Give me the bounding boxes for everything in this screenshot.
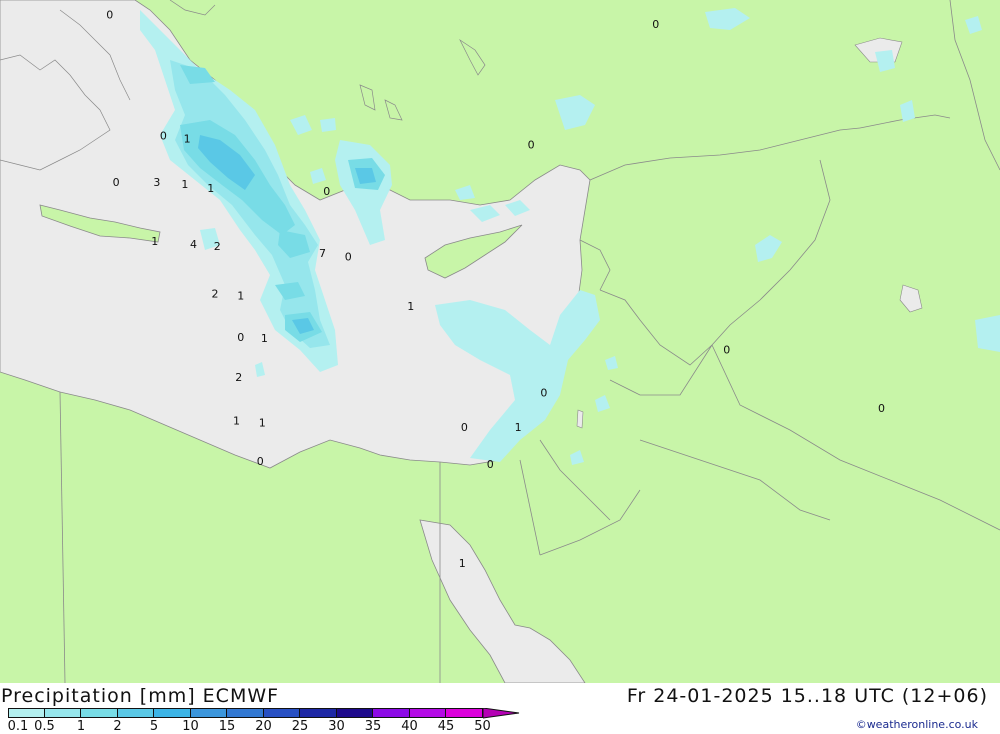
precip-value-label: 0 <box>540 387 547 400</box>
precip-value-label: 3 <box>153 176 160 189</box>
scale-swatch <box>409 708 446 718</box>
precip-value-label: 1 <box>184 133 191 146</box>
scale-tick-label: 30 <box>328 719 345 734</box>
precip-value-label: 0 <box>237 331 244 344</box>
precip-value-label: 0 <box>723 343 730 356</box>
precip-value-label: 0 <box>106 9 113 22</box>
precip-value-label: 2 <box>235 371 242 384</box>
precip-value-label: 0 <box>461 421 468 434</box>
precip-value-label: 1 <box>237 289 244 302</box>
precip-value-label: 0 <box>257 455 264 468</box>
precip-value-label: 1 <box>515 421 522 434</box>
scale-swatch <box>300 708 337 718</box>
precip-value-label: 1 <box>261 332 268 345</box>
precip-value-label: 0 <box>160 129 167 142</box>
scale-tick-label: 20 <box>255 719 272 734</box>
precip-value-label: 0 <box>878 402 885 415</box>
precip-value-label: 2 <box>214 240 221 253</box>
scale-tick-label: 45 <box>437 719 455 734</box>
precip-value-label: 1 <box>259 417 266 430</box>
scale-tick-label: 5 <box>149 719 159 734</box>
precip-value-label: 4 <box>190 238 197 251</box>
precip-value-label: 1 <box>233 415 240 428</box>
precip-value-label: 1 <box>207 182 214 195</box>
scale-swatch <box>263 708 300 718</box>
precip-value-label: 2 <box>212 288 219 301</box>
scale-swatch <box>154 708 191 718</box>
scale-tick-label: 2 <box>113 719 122 734</box>
precip-value-label: 7 <box>319 247 326 260</box>
precip-value-label: 0 <box>323 185 330 198</box>
precip-value-label: 0 <box>652 18 659 31</box>
scale-tick-label: 0.1 <box>7 719 29 734</box>
scale-tick-label: 40 <box>401 719 418 734</box>
precip-value-label: 0 <box>528 139 535 152</box>
map-title: Precipitation [mm] ECMWF <box>1 685 280 707</box>
scale-tick-label: 1 <box>76 719 86 734</box>
scale-tick-label: 15 <box>218 719 236 734</box>
precip-value-label: 0 <box>345 250 352 263</box>
scale-swatch <box>44 708 81 718</box>
precip-value-label: 1 <box>181 178 188 191</box>
scale-tick-label: 25 <box>291 719 309 734</box>
scale-swatch <box>190 708 227 718</box>
dead-sea <box>576 409 584 429</box>
scale-swatch <box>227 708 264 718</box>
valid-time: Fr 24-01-2025 15..18 UTC (12+06) <box>626 685 988 707</box>
scale-swatch <box>373 708 410 718</box>
scale-swatch <box>336 708 373 718</box>
scale-swatch <box>117 708 154 718</box>
scale-tick-label: 50 <box>474 719 491 734</box>
scale-swatch <box>81 708 118 718</box>
scale-swatch <box>446 708 483 718</box>
map-footer: Precipitation [mm] ECMWF Fr 24-01-2025 1… <box>0 683 1000 734</box>
scale-tick-label: 35 <box>364 719 382 734</box>
precip-value-label: 1 <box>459 557 466 570</box>
precipitation-map: 0 0 1 0 3 1 1 0 1 4 2 7 0 2 1 1 0 1 2 1 1 0 0 1 0 0 1 0 0 0 0 <box>0 0 1000 683</box>
precip-value-label: 1 <box>151 235 158 248</box>
precip-value-label: 0 <box>113 176 120 189</box>
scale-tick-label: 0.5 <box>34 719 55 734</box>
precip-value-label: 0 <box>487 458 494 471</box>
precip-value-label: 1 <box>407 300 414 313</box>
credit-link[interactable]: ©weatheronline.co.uk <box>856 718 978 731</box>
scale-tick-label: 10 <box>182 719 199 734</box>
scale-swatch <box>8 708 45 718</box>
